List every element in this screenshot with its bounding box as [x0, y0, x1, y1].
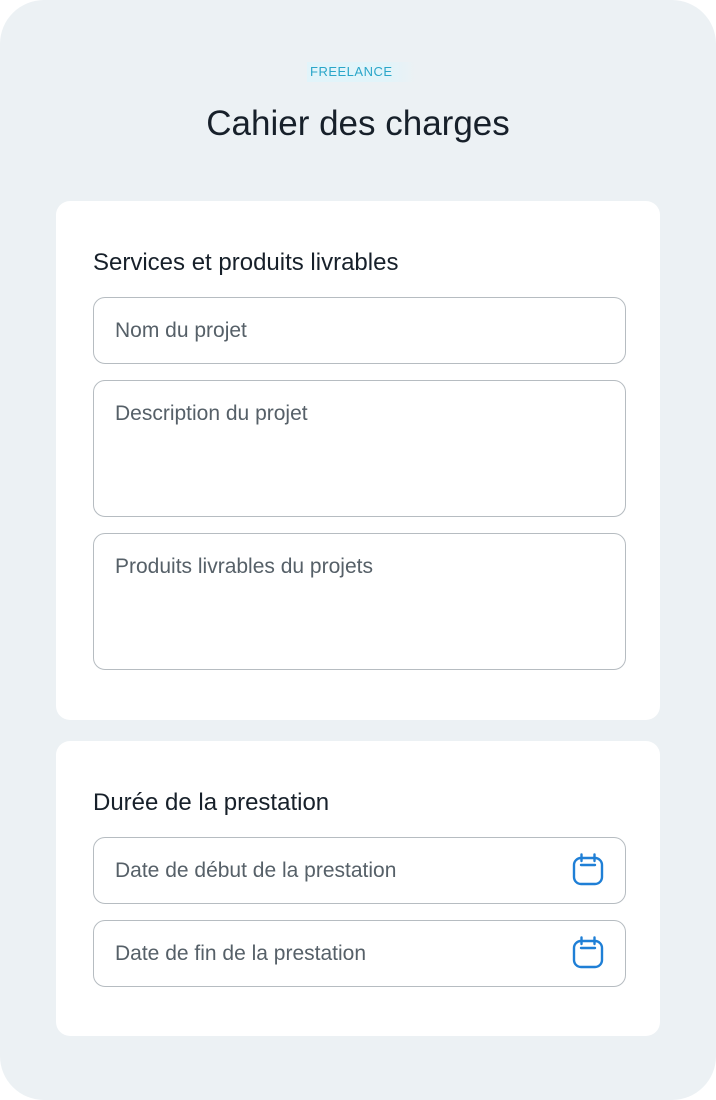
project-description-textarea[interactable] — [93, 380, 626, 517]
services-heading: Services et produits livrables — [93, 249, 399, 276]
duration-heading: Durée de la prestation — [93, 789, 330, 816]
category-badge: FREELANCE — [307, 62, 415, 82]
project-name-input[interactable] — [93, 297, 626, 364]
duration-card: Durée de la prestation — [56, 741, 660, 1036]
end-date-field — [93, 920, 626, 987]
app-frame: FREELANCE Cahier des charges Services et… — [0, 0, 716, 1100]
services-card: Services et produits livrables — [56, 201, 660, 720]
start-date-field — [93, 837, 626, 904]
calendar-icon[interactable] — [571, 853, 605, 887]
start-date-input[interactable] — [93, 837, 626, 904]
end-date-input[interactable] — [93, 920, 626, 987]
calendar-icon[interactable] — [571, 936, 605, 970]
project-deliverables-textarea[interactable] — [93, 533, 626, 670]
page-title: Cahier des charges — [206, 104, 510, 143]
